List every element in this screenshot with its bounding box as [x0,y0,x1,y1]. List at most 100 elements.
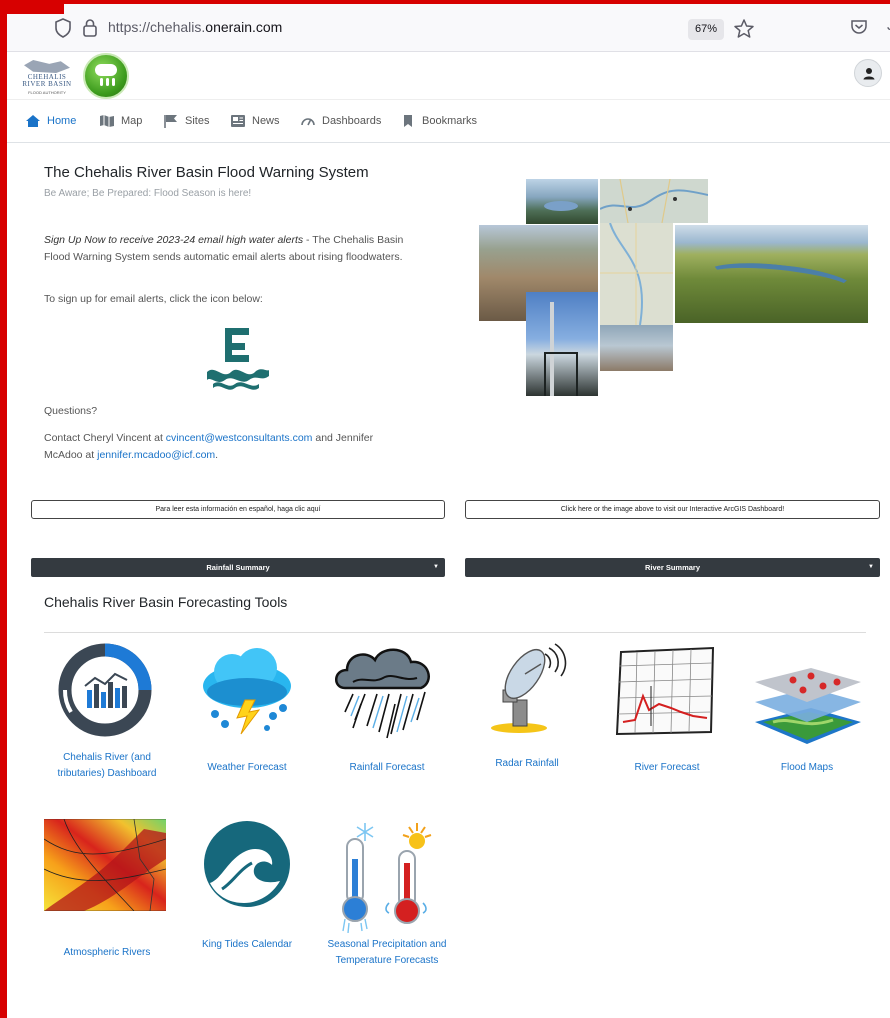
tool-label: River Forecast [634,762,700,773]
flag-icon [164,115,177,128]
tool-atmospheric-rivers[interactable]: Atmospheric Rivers [43,819,171,969]
signup-paragraph: Sign Up Now to receive 2023-24 email hig… [44,232,414,266]
window-frame-top [0,0,890,4]
logo-subtext: FLOOD AUTHORITY [28,90,66,95]
contact-paragraph: Contact Cheryl Vincent at cvincent@westc… [44,430,414,464]
window-frame-left [0,0,7,1018]
nav-item-dashboards[interactable]: Dashboards [300,101,381,141]
email-link-cvincent[interactable]: cvincent@westconsultants.com [166,432,313,444]
caret-down-icon: ▼ [868,564,874,570]
dashboard-gauge-icon [58,643,152,737]
spanish-info-button[interactable]: Para leer esta información en español, h… [31,500,445,519]
nav-item-home[interactable]: Home [25,101,76,141]
page-title: The Chehalis River Basin Flood Warning S… [44,164,369,181]
rainfall-summary-dropdown[interactable]: Rainfall Summary ▼ [31,558,445,577]
questions-label: Questions? [44,405,98,417]
nav-item-news[interactable]: News [230,101,280,141]
logo-cloud-shape [95,64,117,76]
thermometers-icon [342,823,432,933]
main-nav: Home Map Sites News Dashboards Bookmarks [7,101,890,143]
chehalis-basin-logo[interactable]: CHEHALIS RIVER BASIN FLOOD AUTHORITY [20,58,74,98]
rainfall-summary-label: Rainfall Summary [206,563,270,572]
tool-label: Seasonal Precipitation and Temperature F… [327,939,447,966]
tool-label: Weather Forecast [207,762,287,773]
nav-item-map[interactable]: Map [99,101,142,141]
pocket-icon[interactable] [850,18,868,36]
url-prefix: https://chehalis. [108,19,206,35]
signup-emphasis: Sign Up Now to receive 2023-24 email hig… [44,234,304,246]
nav-label-news: News [252,115,280,127]
collage-map-lines [600,179,708,223]
storm-cloud-icon [203,648,291,735]
tool-label: Chehalis River (and tributaries) Dashboa… [57,752,157,779]
collage-map-tile [600,179,708,223]
tool-weather-forecast[interactable]: Weather Forecast [183,640,311,790]
window-frame-corner [0,0,64,14]
nav-label-home: Home [47,115,77,127]
radar-dish-icon [491,643,567,733]
map-icon [100,115,114,127]
hydrograph-icon [615,646,715,736]
tool-king-tides-calendar[interactable]: King Tides Calendar [183,819,311,969]
tool-label: King Tides Calendar [201,939,293,950]
river-summary-label: River Summary [644,563,701,572]
user-icon [863,68,875,80]
nav-label-bookmarks: Bookmarks [422,115,478,127]
rain-cloud-icon [335,648,430,739]
tool-rainfall-forecast[interactable]: Rainfall Forecast [323,640,451,790]
page-subtitle: Be Aware; Be Prepared: Flood Season is h… [44,188,252,199]
tool-seasonal-forecasts[interactable]: Seasonal Precipitation and Temperature F… [323,819,451,989]
lock-icon[interactable] [82,18,98,38]
river-summary-dropdown[interactable]: River Summary ▼ [465,558,880,577]
gauge-icon [301,118,315,126]
shield-icon[interactable] [54,18,72,38]
tool-radar-rainfall[interactable]: Radar Rainfall [463,640,591,790]
zoom-level-badge[interactable]: 67% [688,19,724,40]
bookmark-icon [404,115,412,127]
home-icon [26,115,40,127]
logo-text: CHEHALIS RIVER BASIN [22,73,72,88]
star-icon[interactable] [732,17,756,41]
email-link-jmcadoo[interactable]: jennifer.mcadoo@icf.com [97,449,215,461]
url-bar[interactable]: https://chehalis.onerain.com [108,19,282,35]
collage-map-lines-2 [600,223,673,325]
nav-label-sites: Sites [185,115,210,127]
nav-item-bookmarks[interactable]: Bookmarks [400,101,477,141]
tool-flood-maps[interactable]: Flood Maps [743,640,871,790]
tool-label: Flood Maps [780,762,834,773]
collage-photo-gauge-station [526,292,598,396]
basin-map-shape [24,60,70,73]
caret-down-icon: ▼ [433,564,439,570]
tool-label: Rainfall Forecast [349,762,425,773]
site-header: CHEHALIS RIVER BASIN FLOOD AUTHORITY [7,52,890,100]
onerain-logo[interactable] [83,53,129,99]
nav-label-dashboards: Dashboards [322,115,382,127]
email-alert-signup-icon[interactable] [203,324,273,394]
nav-item-sites[interactable]: Sites [163,101,209,141]
logo-drop [112,78,115,86]
dashboard-photo-collage[interactable] [479,177,871,399]
logo-drop [100,78,103,86]
collage-photo-flood-water [600,325,673,371]
tool-chehalis-dashboard[interactable]: Chehalis River (and tributaries) Dashboa… [43,640,171,790]
news-icon [231,115,245,127]
tool-river-forecast[interactable]: River Forecast [603,640,731,790]
main-content: The Chehalis River Basin Flood Warning S… [7,143,890,1018]
signup-instructions: To sign up for email alerts, click the i… [44,293,263,305]
arcgis-dashboard-button[interactable]: Click here or the image above to visit o… [465,500,880,519]
section-divider [44,632,866,633]
nav-label-map: Map [121,115,143,127]
user-avatar[interactable] [854,59,882,87]
browser-toolbar: https://chehalis.onerain.com 67% J [7,4,890,52]
collage-photo-aerial [526,179,598,224]
tool-label: Radar Rainfall [495,758,559,769]
tools-section-title: Chehalis River Basin Forecasting Tools [44,594,288,610]
collage-photo-river-valley [675,225,868,323]
collage-map-tile-2 [600,223,673,325]
layered-map-icon [755,668,861,744]
contact-text-1: Contact Cheryl Vincent at [44,432,166,444]
logo-drop [106,78,109,86]
tool-label: Atmospheric Rivers [63,947,151,958]
atmospheric-river-map-icon [44,819,166,911]
contact-text-3: . [215,449,219,461]
